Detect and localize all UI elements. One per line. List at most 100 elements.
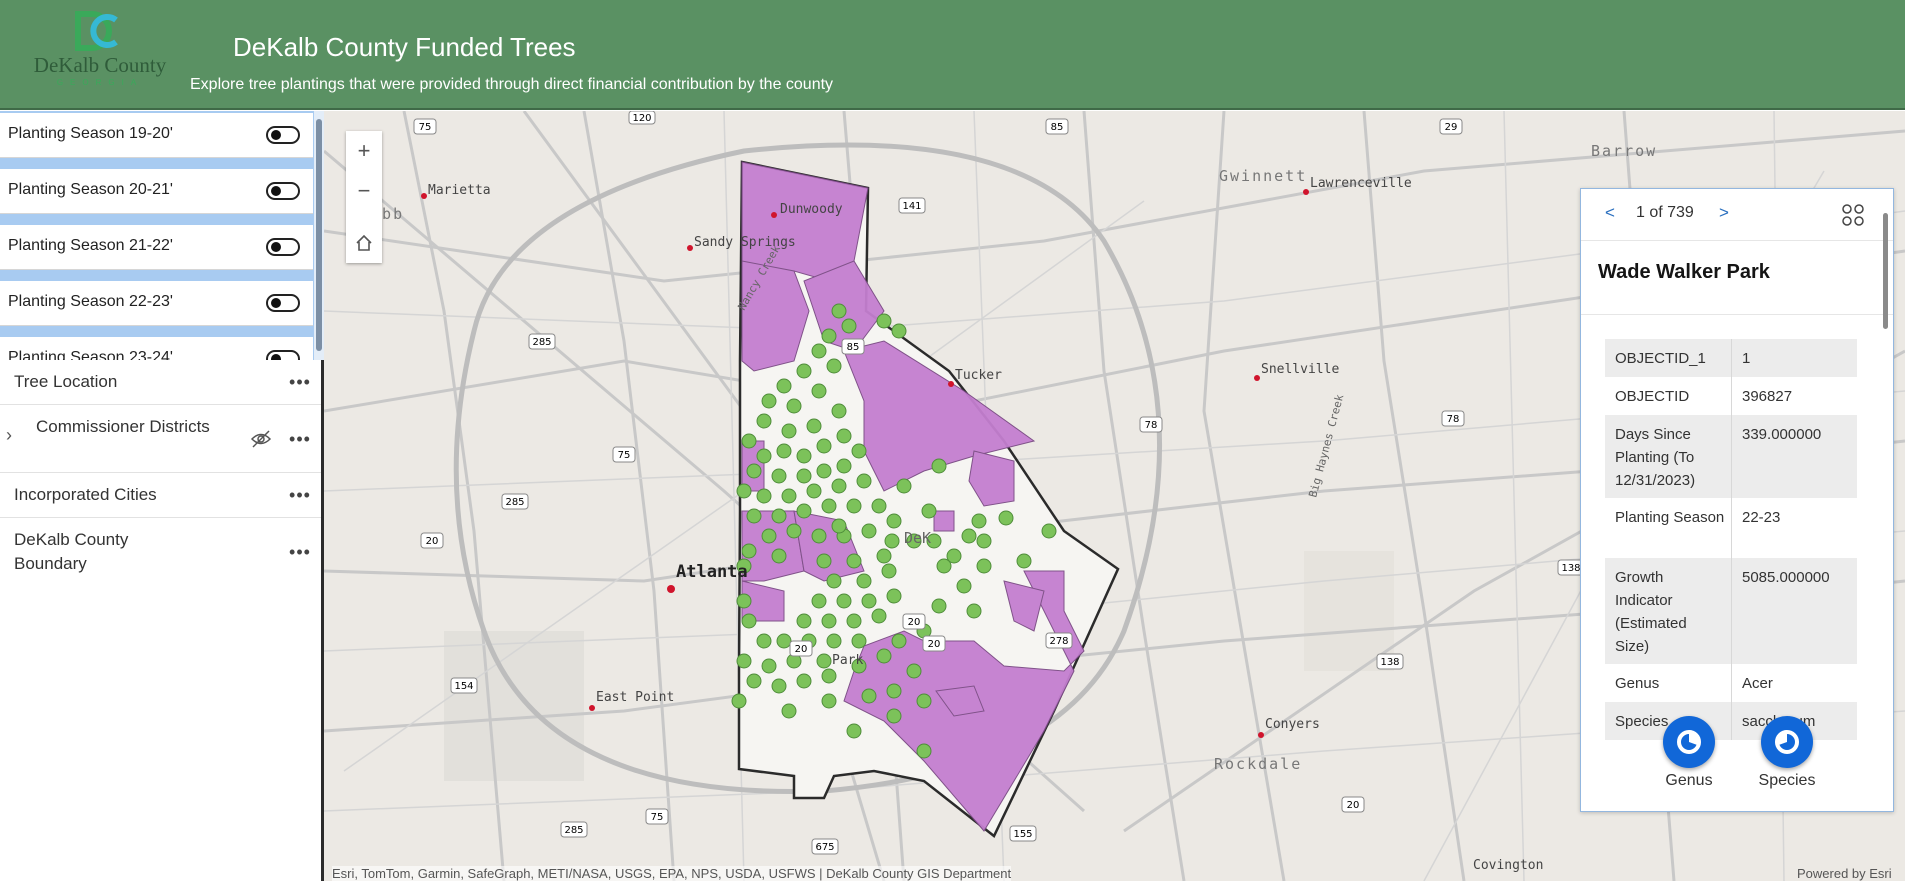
dekalb-logo-mark-icon — [75, 11, 118, 51]
map-label-marietta: Marietta — [428, 183, 491, 198]
svg-text:20: 20 — [1347, 800, 1360, 811]
season-label: Planting Season 22-23' — [8, 293, 173, 310]
logo-subtext: GEORGIA — [56, 78, 144, 87]
more-options-icon[interactable]: ••• — [288, 542, 312, 562]
layer-incorporated-cities[interactable]: Incorporated Cities ••• — [0, 473, 321, 518]
season-toggle[interactable] — [266, 238, 300, 256]
scrollbar-thumb[interactable] — [316, 119, 322, 351]
shield: 75 — [645, 808, 669, 825]
layer-label: Incorporated Cities — [14, 485, 157, 504]
shield: 20 — [902, 613, 926, 630]
powered-by-esri[interactable]: Powered by Esri — [1797, 866, 1892, 881]
shield: 141 — [898, 197, 926, 214]
visibility-off-icon[interactable] — [250, 429, 272, 449]
map-label-dunwoody: Dunwoody — [780, 202, 843, 217]
attribute-row: Planting Season 22-23 — [1605, 498, 1857, 558]
map-label-east-point: East Point — [596, 690, 674, 705]
home-icon — [356, 234, 372, 251]
shield: 78 — [1139, 416, 1163, 433]
popup-scrollbar[interactable] — [1881, 201, 1891, 731]
layer-dekalb-boundary[interactable]: DeKalb County Boundary ••• — [0, 518, 321, 586]
season-row-23-24[interactable]: Planting Season 23-24' — [0, 337, 313, 360]
attribute-key: Days Since Planting (To 12/31/2023) — [1615, 426, 1696, 489]
scrollbar-thumb[interactable] — [1883, 213, 1888, 329]
shield: 138 — [1376, 653, 1404, 670]
chevron-right-icon[interactable]: › — [6, 425, 12, 446]
svg-text:20: 20 — [928, 639, 941, 650]
shield: 75 — [612, 446, 636, 463]
svg-text:20: 20 — [795, 644, 808, 655]
season-row-22-23[interactable]: Planting Season 22-23' — [0, 281, 313, 326]
more-options-icon[interactable]: ••• — [288, 372, 312, 392]
shield: 155 — [1009, 825, 1037, 842]
season-row-20-21[interactable]: Planting Season 20-21' — [0, 169, 313, 214]
attribute-row: Days Since Planting (To 12/31/2023) 339.… — [1605, 415, 1857, 498]
shield: 75 — [413, 118, 437, 135]
species-chart-button[interactable] — [1761, 716, 1813, 768]
popup-previous-button[interactable]: < — [1605, 203, 1615, 223]
app-subtitle: Explore tree plantings that were provide… — [190, 76, 834, 93]
shield: 675 — [811, 838, 839, 855]
attribute-key: Genus — [1615, 675, 1660, 692]
home-button[interactable] — [346, 223, 382, 263]
svg-text:75: 75 — [419, 122, 432, 133]
attribute-row: Growth Indicator (Estimated Size) 5085.0… — [1605, 558, 1857, 664]
popup-divider — [1581, 314, 1893, 315]
attribute-row: OBJECTID 396827 — [1605, 377, 1857, 415]
attribute-row: OBJECTID_1 1 — [1605, 339, 1857, 377]
shield: 285 — [560, 821, 588, 838]
left-panel: Planting Season 19-20' Planting Season 2… — [0, 111, 324, 881]
attribute-value: 339.000000 — [1742, 426, 1822, 443]
attribute-key: Planting Season — [1615, 509, 1725, 526]
more-options-icon[interactable]: ••• — [288, 485, 312, 505]
attribute-key: OBJECTID_1 — [1615, 350, 1706, 367]
layer-commissioner-districts[interactable]: › Commissioner Districts ••• — [0, 405, 321, 473]
genus-chart-button[interactable] — [1663, 716, 1715, 768]
shield: 154 — [450, 677, 478, 694]
svg-text:78: 78 — [1145, 420, 1158, 431]
shield: 78 — [1441, 410, 1465, 427]
app-header: DeKalb County GEORGIA DeKalb County Fund… — [0, 0, 1905, 110]
svg-text:20: 20 — [908, 617, 921, 628]
layer-label: Tree Location — [14, 372, 118, 391]
season-toggle[interactable] — [266, 126, 300, 144]
shield: 285 — [528, 333, 556, 350]
season-label: Planting Season 20-21' — [8, 181, 173, 198]
zoom-in-button[interactable]: + — [346, 131, 382, 171]
svg-text:154: 154 — [454, 681, 473, 692]
zoom-out-button[interactable]: − — [346, 171, 382, 211]
map-label-covington: Covington — [1473, 858, 1543, 873]
season-toggle[interactable] — [266, 350, 300, 360]
popup-title: Wade Walker Park — [1598, 261, 1770, 283]
attribute-row: Species saccharum — [1605, 702, 1857, 740]
popup-next-button[interactable]: > — [1719, 203, 1729, 223]
species-button-label: Species — [1758, 772, 1816, 789]
svg-text:285: 285 — [532, 337, 551, 348]
toggle-knob — [271, 130, 281, 140]
attribute-value: 22-23 — [1742, 509, 1781, 526]
map-label-dek: DeK — [904, 529, 931, 547]
season-label: Planting Season 21-22' — [8, 237, 173, 254]
svg-text:138: 138 — [1380, 657, 1399, 668]
more-options-icon[interactable]: ••• — [288, 429, 312, 449]
season-toggle[interactable] — [266, 182, 300, 200]
map-label-park: Park — [832, 653, 863, 668]
attribute-value: Acer — [1742, 675, 1773, 692]
season-toggle[interactable] — [266, 294, 300, 312]
layer-tree-location[interactable]: Tree Location ••• — [0, 360, 321, 405]
shield: 20 — [420, 532, 444, 549]
svg-text:75: 75 — [651, 812, 664, 823]
layer-label: Commissioner Districts — [36, 417, 210, 436]
shield: 278 — [1045, 632, 1073, 649]
shield: 120 — [628, 111, 656, 125]
attribute-row: Genus Acer — [1605, 664, 1857, 702]
season-row-21-22[interactable]: Planting Season 21-22' — [0, 225, 313, 270]
season-row-19-20[interactable]: Planting Season 19-20' — [0, 113, 313, 158]
pie-chart-icon — [1677, 730, 1701, 754]
shield: 85 — [1045, 118, 1069, 135]
map-label-atlanta: Atlanta — [676, 562, 748, 582]
map-attribution: Esri, TomTom, Garmin, SafeGraph, METI/NA… — [332, 866, 1012, 881]
season-list-scrollbar[interactable] — [314, 111, 324, 360]
feature-menu-icon[interactable] — [1841, 203, 1865, 227]
planting-season-list: Planting Season 19-20' Planting Season 2… — [0, 111, 324, 360]
